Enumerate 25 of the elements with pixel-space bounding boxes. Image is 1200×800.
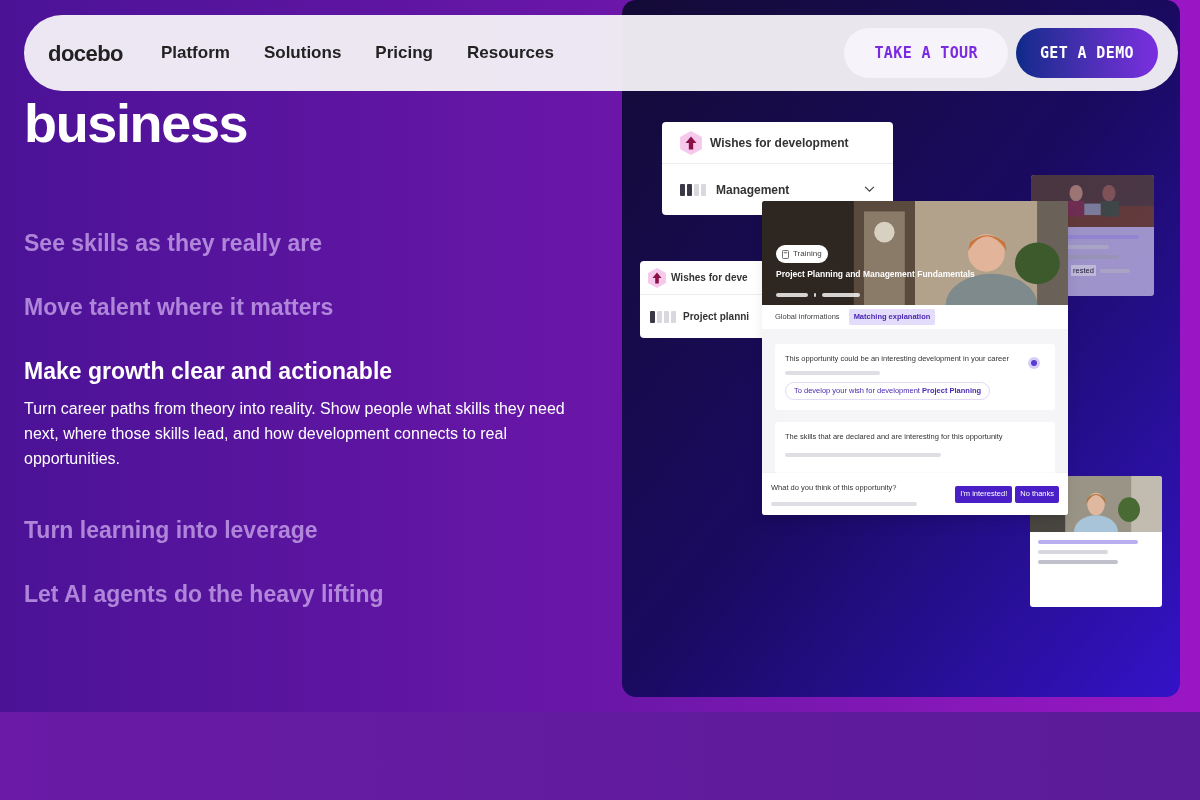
feature-tab[interactable]: Make growth clear and actionable <box>24 356 393 386</box>
feature-tab[interactable]: Move talent where it matters <box>24 292 334 322</box>
sparkle-icon <box>1027 356 1041 370</box>
skill-name: Management <box>716 181 790 199</box>
chevron-down-icon[interactable] <box>864 186 875 193</box>
feature-tab[interactable]: Let AI agents do the heavy lifting <box>24 579 384 609</box>
up-arrow-icon <box>648 267 666 288</box>
feature-description: Turn career paths from theory into reality. Show people what skills they need next, where those skills lead, and how development connects to real opportunities. <box>24 399 566 469</box>
headline: business <box>24 94 248 152</box>
take-tour-button[interactable]: TAKE A TOUR <box>844 28 1008 78</box>
nav-link[interactable]: Solutions <box>263 40 342 66</box>
logo[interactable]: docebo <box>48 36 123 70</box>
course-title: Project Planning and Management Fundamentals <box>776 268 975 281</box>
nav-link[interactable]: Resources <box>467 40 554 66</box>
card-title: Wishes for deve <box>671 271 748 285</box>
nav-link[interactable]: Pricing <box>375 40 433 66</box>
book-icon <box>782 249 789 259</box>
tag-label: Training <box>793 248 822 260</box>
get-demo-button[interactable]: GET A DEMO <box>1015 28 1158 78</box>
nav-link[interactable]: Platform <box>160 40 230 66</box>
card-title: Wishes for development <box>710 134 849 152</box>
skill-name: Project planni <box>683 310 750 324</box>
up-arrow-icon <box>680 130 702 155</box>
feature-tab[interactable]: Turn learning into leverage <box>24 515 318 545</box>
feature-tab[interactable]: See skills as they really are <box>24 228 322 258</box>
